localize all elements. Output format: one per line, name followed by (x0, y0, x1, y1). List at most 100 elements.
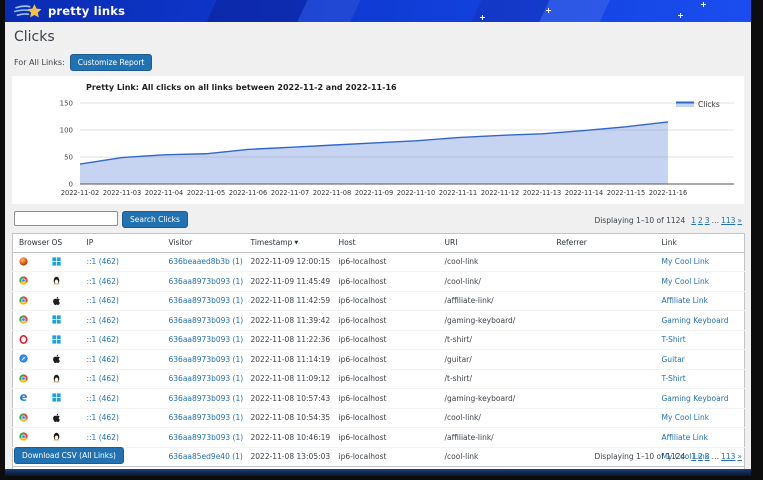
ip-link[interactable]: ::1 (462) (87, 355, 119, 364)
host-cell: ip6-localhost (333, 428, 439, 448)
host-cell: ip6-localhost (333, 389, 439, 409)
ip-link[interactable]: ::1 (462) (87, 257, 119, 266)
ip-link[interactable]: ::1 (462) (87, 394, 119, 403)
timestamp-cell: 2022-11-08 11:22:36 (245, 330, 333, 350)
visitor-link[interactable]: 636aa8973b093 (1) (169, 277, 244, 286)
timestamp-cell: 2022-11-09 12:00:15 (245, 252, 333, 272)
page-link[interactable]: 3 (705, 452, 710, 461)
os-cell (46, 311, 81, 331)
x-tick-label: 2022-11-13 (523, 189, 561, 197)
visitor-link[interactable]: 636aa85ed9e40 (1) (169, 452, 243, 461)
visitor-link[interactable]: 636aa8973b093 (1) (169, 394, 244, 403)
pretty-link-link[interactable]: My Cool Link (662, 257, 710, 266)
ip-cell: ::1 (462) (81, 291, 163, 311)
apple-icon (52, 354, 61, 363)
timestamp-cell: 2022-11-08 10:54:35 (245, 408, 333, 428)
chrome-icon (19, 374, 28, 383)
page-link[interactable]: 2 (698, 452, 703, 461)
host-cell: ip6-localhost (333, 330, 439, 350)
pretty-link-link[interactable]: Gaming Keyboard (662, 316, 729, 325)
sort-descending-icon: ▼ (294, 240, 298, 246)
x-tick-label: 2022-11-09 (355, 189, 393, 197)
link-cell: Gaming Keyboard (656, 311, 745, 331)
ip-link[interactable]: ::1 (462) (87, 413, 119, 422)
x-tick-label: 2022-11-07 (271, 189, 309, 197)
pretty-link-link[interactable]: Guitar (662, 355, 685, 364)
pretty-link-link[interactable]: My Cool Link (662, 413, 710, 422)
referrer-cell (551, 272, 656, 292)
browser-cell (13, 330, 46, 350)
timestamp-cell: 2022-11-08 11:14:19 (245, 350, 333, 370)
referrer-cell (551, 311, 656, 331)
column-header-host[interactable]: Host (333, 234, 439, 253)
visitor-link[interactable]: 636aa8973b093 (1) (169, 355, 244, 364)
page-link[interactable]: 2 (698, 216, 703, 225)
displaying-text: Displaying 1–10 of 1124 (594, 452, 685, 461)
visitor-link[interactable]: 636aa8973b093 (1) (169, 335, 244, 344)
column-header-link[interactable]: Link (656, 234, 745, 253)
search-clicks-button[interactable]: Search Clicks (122, 211, 188, 228)
ip-link[interactable]: ::1 (462) (87, 433, 119, 442)
visitor-link[interactable]: 636beaaed8b3b (1) (169, 257, 243, 266)
page-link[interactable]: 1 (691, 452, 696, 461)
pretty-link-link[interactable]: My Cool Link (662, 277, 710, 286)
visitor-cell: 636beaaed8b3b (1) (163, 252, 245, 272)
page-link[interactable]: 3 (705, 216, 710, 225)
y-tick-label: 150 (60, 100, 73, 108)
pretty-link-link[interactable]: Gaming Keyboard (662, 394, 729, 403)
linux-icon (52, 432, 61, 441)
page-ellipsis: … (712, 452, 720, 461)
pretty-link-link[interactable]: T-Shirt (662, 335, 686, 344)
os-cell (46, 291, 81, 311)
page-link[interactable]: » (737, 216, 742, 225)
page-link[interactable]: » (737, 452, 742, 461)
ip-cell: ::1 (462) (81, 408, 163, 428)
host-cell: ip6-localhost (333, 311, 439, 331)
uri-cell: /t-shirt/ (439, 330, 551, 350)
ip-link[interactable]: ::1 (462) (87, 316, 119, 325)
column-header-visitor[interactable]: Visitor (163, 234, 245, 253)
column-header-uri[interactable]: URI (439, 234, 551, 253)
uri-cell: /affiliate-link/ (439, 291, 551, 311)
windows-icon (52, 335, 61, 344)
ip-link[interactable]: ::1 (462) (87, 335, 119, 344)
page-link[interactable]: 113 (721, 216, 735, 225)
uri-cell: /cool-link (439, 252, 551, 272)
legend-label: Clicks (698, 100, 720, 109)
pretty-link-link[interactable]: Affiliate Link (662, 296, 708, 305)
visitor-cell: 636aa8973b093 (1) (163, 272, 245, 292)
window-bottom-edge (5, 469, 751, 476)
pretty-link-link[interactable]: T-Shirt (662, 374, 686, 383)
visitor-link[interactable]: 636aa8973b093 (1) (169, 316, 244, 325)
pretty-link-link[interactable]: Affiliate Link (662, 433, 708, 442)
visitor-link[interactable]: 636aa8973b093 (1) (169, 413, 244, 422)
visitor-link[interactable]: 636aa8973b093 (1) (169, 374, 244, 383)
ip-cell: ::1 (462) (81, 369, 163, 389)
column-header-os[interactable]: OS (46, 234, 81, 253)
x-tick-label: 2022-11-12 (481, 189, 519, 197)
uri-cell: /cool-link/ (439, 272, 551, 292)
visitor-link[interactable]: 636aa8973b093 (1) (169, 296, 244, 305)
customize-report-button[interactable]: Customize Report (70, 54, 153, 71)
timestamp-cell: 2022-11-08 11:09:12 (245, 369, 333, 389)
search-input[interactable] (14, 211, 118, 226)
chrome-icon (19, 296, 28, 305)
click-record-row: ::1 (462)636aa8973b093 (1)2022-11-08 10:… (13, 389, 745, 409)
ip-link[interactable]: ::1 (462) (87, 296, 119, 305)
page-link[interactable]: 1 (691, 216, 696, 225)
uri-cell: /affiliate-link/ (439, 428, 551, 448)
os-cell (46, 272, 81, 292)
column-header-referrer[interactable]: Referrer (551, 234, 656, 253)
column-header-timestamp[interactable]: Timestamp▼ (245, 234, 333, 253)
referrer-cell (551, 291, 656, 311)
column-header-browser[interactable]: Browser (13, 234, 46, 253)
ip-link[interactable]: ::1 (462) (87, 277, 119, 286)
column-header-ip[interactable]: IP (81, 234, 163, 253)
page-link[interactable]: 113 (721, 452, 735, 461)
uri-cell: /gaming-keyboard/ (439, 311, 551, 331)
search-row: Search Clicks (14, 211, 188, 228)
os-cell (46, 389, 81, 409)
visitor-link[interactable]: 636aa8973b093 (1) (169, 433, 244, 442)
download-csv-button[interactable]: Download CSV (All Links) (14, 447, 124, 464)
ip-link[interactable]: ::1 (462) (87, 374, 119, 383)
